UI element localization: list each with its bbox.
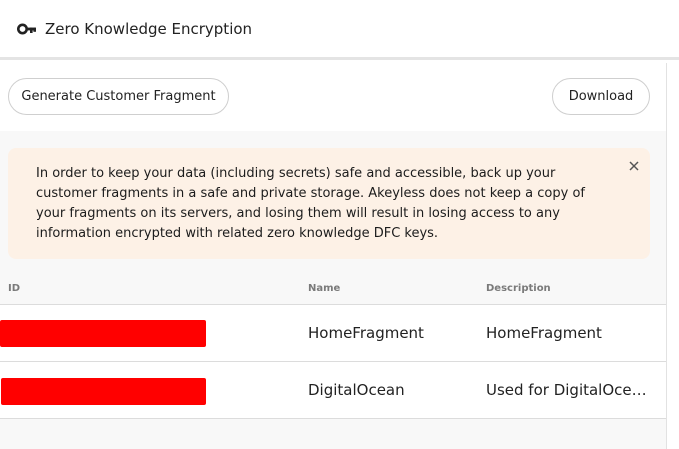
- redacted-id: [0, 320, 206, 347]
- alert-message: In order to keep your data (including se…: [36, 166, 585, 241]
- key-icon: [17, 23, 36, 34]
- column-header-name[interactable]: Name: [308, 283, 478, 294]
- fragment-name: HomeFragment: [308, 324, 424, 342]
- right-rail: [666, 63, 679, 449]
- fragment-description: Used for DigitalOcean: [486, 381, 648, 399]
- generate-customer-fragment-button[interactable]: Generate Customer Fragment: [8, 78, 229, 115]
- fragment-description: HomeFragment: [486, 324, 602, 342]
- close-icon[interactable]: [627, 159, 641, 173]
- fragment-name: DigitalOcean: [308, 381, 405, 399]
- column-header-id[interactable]: ID: [8, 283, 20, 294]
- redacted-id: [1, 378, 206, 405]
- backup-warning-alert: In order to keep your data (including se…: [8, 148, 650, 259]
- page-header: Zero Knowledge Encryption: [0, 0, 679, 60]
- table-row[interactable]: DigitalOcean Used for DigitalOcean: [0, 362, 666, 419]
- fragments-table: ID Name Description HomeFragment HomeFra…: [0, 271, 666, 419]
- download-button[interactable]: Download: [552, 78, 650, 115]
- table-row[interactable]: HomeFragment HomeFragment: [0, 305, 666, 362]
- page-title: Zero Knowledge Encryption: [45, 19, 253, 38]
- toolbar: Generate Customer Fragment Download: [0, 63, 666, 131]
- column-header-description[interactable]: Description: [486, 283, 648, 294]
- main-content: Generate Customer Fragment Download In o…: [0, 63, 666, 449]
- table-header: ID Name Description: [0, 271, 666, 305]
